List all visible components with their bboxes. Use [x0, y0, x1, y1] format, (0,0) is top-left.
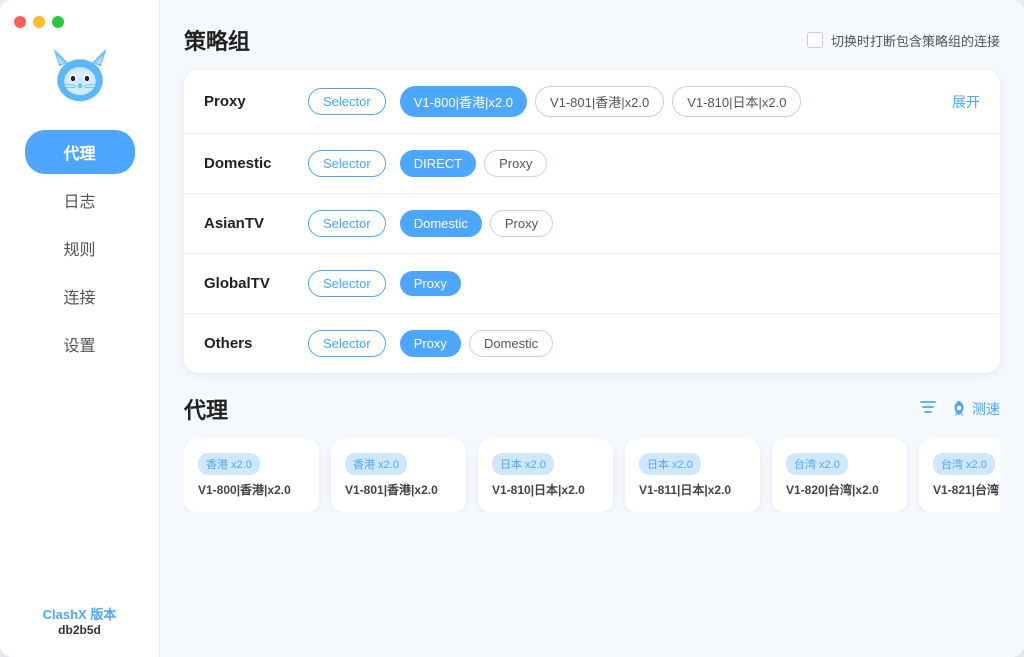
card-name-3: V1-811|日本|x2.0 — [639, 481, 746, 498]
rocket-icon — [950, 399, 968, 420]
card-name-2: V1-810|日本|x2.0 — [492, 481, 599, 498]
tag-proxy-others[interactable]: Proxy — [400, 330, 461, 357]
globaltv-tags: Proxy — [400, 271, 980, 296]
strategy-name-others: Others — [204, 335, 294, 352]
expand-button[interactable]: 展开 — [952, 92, 980, 112]
toggle-checkbox[interactable] — [807, 32, 823, 48]
filter-icon[interactable] — [918, 397, 938, 422]
selector-tag-proxy[interactable]: Selector — [308, 88, 386, 115]
strategy-row-domestic: Domestic Selector DIRECT Proxy — [184, 134, 1000, 194]
others-tags: Proxy Domestic — [400, 330, 980, 357]
version-info: ClashX 版本 db2b5d — [43, 604, 117, 637]
strategy-row-others: Others Selector Proxy Domestic — [184, 314, 1000, 373]
proxy-card-1[interactable]: 香港 x2.0 V1-801|香港|x2.0 — [331, 439, 466, 512]
tag-v1-801[interactable]: V1-801|香港|x2.0 — [535, 86, 664, 117]
strategy-table: Proxy Selector V1-800|香港|x2.0 V1-801|香港|… — [184, 70, 1000, 373]
speed-test-label: 测速 — [972, 399, 1000, 419]
proxy-card-2[interactable]: 日本 x2.0 V1-810|日本|x2.0 — [478, 439, 613, 512]
tag-domestic-others[interactable]: Domestic — [469, 330, 553, 357]
card-tag-2: 日本 x2.0 — [492, 453, 554, 475]
sidebar-item-log[interactable]: 日志 — [25, 178, 135, 222]
strategy-name-globaltv: GlobalTV — [204, 275, 294, 292]
card-tag-0: 香港 x2.0 — [198, 453, 260, 475]
tag-direct[interactable]: DIRECT — [400, 150, 476, 177]
selector-tag-domestic[interactable]: Selector — [308, 150, 386, 177]
strategy-row-globaltv: GlobalTV Selector Proxy — [184, 254, 1000, 314]
selector-tag-globaltv[interactable]: Selector — [308, 270, 386, 297]
strategy-name-proxy: Proxy — [204, 93, 294, 110]
selector-tag-others[interactable]: Selector — [308, 330, 386, 357]
sidebar-item-rules[interactable]: 规则 — [25, 226, 135, 270]
version-id: db2b5d — [43, 623, 117, 637]
tag-domestic-asiantv[interactable]: Domestic — [400, 210, 482, 237]
tag-proxy-globaltv[interactable]: Proxy — [400, 271, 461, 296]
close-button[interactable] — [14, 16, 26, 28]
card-tag-5: 台湾 x2.0 — [933, 453, 995, 475]
proxy-card-4[interactable]: 台湾 x2.0 V1-820|台湾|x2.0 — [772, 439, 907, 512]
strategy-row-proxy: Proxy Selector V1-800|香港|x2.0 V1-801|香港|… — [184, 70, 1000, 134]
card-tag-3: 日本 x2.0 — [639, 453, 701, 475]
proxy-tags: V1-800|香港|x2.0 V1-801|香港|x2.0 V1-810|日本|… — [400, 86, 938, 117]
sidebar-item-proxy[interactable]: 代理 — [25, 130, 135, 174]
sidebar-item-connections[interactable]: 连接 — [25, 274, 135, 318]
proxy-actions: 测速 — [918, 397, 1000, 422]
proxy-card-0[interactable]: 香港 x2.0 V1-800|香港|x2.0 — [184, 439, 319, 512]
proxy-card-5[interactable]: 台湾 x2.0 V1-821|台湾|x2.0 — [919, 439, 1000, 512]
minimize-button[interactable] — [33, 16, 45, 28]
app-logo — [45, 40, 115, 110]
card-tag-4: 台湾 x2.0 — [786, 453, 848, 475]
card-name-5: V1-821|台湾|x2.0 — [933, 481, 1000, 498]
proxy-card-3[interactable]: 日本 x2.0 V1-811|日本|x2.0 — [625, 439, 760, 512]
strategy-name-asiantv: AsianTV — [204, 215, 294, 232]
asiantv-tags: Domestic Proxy — [400, 210, 980, 237]
sidebar-item-settings[interactable]: 设置 — [25, 322, 135, 366]
sidebar-nav: 代理 日志 规则 连接 设置 — [0, 130, 159, 366]
main-content: 策略组 切换时打断包含策略组的连接 Proxy Selector V1-800|… — [160, 0, 1024, 657]
tag-v1-800[interactable]: V1-800|香港|x2.0 — [400, 86, 527, 117]
card-tag-1: 香港 x2.0 — [345, 453, 407, 475]
selector-tag-asiantv[interactable]: Selector — [308, 210, 386, 237]
sidebar: 代理 日志 规则 连接 设置 ClashX 版本 db2b5d — [0, 0, 160, 657]
strategy-group-header: 策略组 切换时打断包含策略组的连接 — [184, 24, 1000, 56]
maximize-button[interactable] — [52, 16, 64, 28]
card-name-4: V1-820|台湾|x2.0 — [786, 481, 893, 498]
toggle-row: 切换时打断包含策略组的连接 — [807, 31, 1000, 50]
strategy-name-domestic: Domestic — [204, 155, 294, 172]
proxy-section-title: 代理 — [184, 393, 228, 425]
proxy-section-header: 代理 — [184, 393, 1000, 425]
traffic-lights — [14, 16, 64, 28]
speed-test-button[interactable]: 测速 — [950, 399, 1000, 420]
tag-proxy-domestic[interactable]: Proxy — [484, 150, 547, 177]
card-name-1: V1-801|香港|x2.0 — [345, 481, 452, 498]
tag-v1-810[interactable]: V1-810|日本|x2.0 — [672, 86, 801, 117]
tag-proxy-asiantv[interactable]: Proxy — [490, 210, 553, 237]
toggle-label: 切换时打断包含策略组的连接 — [831, 31, 1000, 50]
app-version-label: ClashX 版本 — [43, 604, 117, 623]
card-name-0: V1-800|香港|x2.0 — [198, 481, 305, 498]
strategy-row-asiantv: AsianTV Selector Domestic Proxy — [184, 194, 1000, 254]
strategy-group-title: 策略组 — [184, 24, 250, 56]
proxy-cards-container: 香港 x2.0 V1-800|香港|x2.0 香港 x2.0 V1-801|香港… — [184, 439, 1000, 512]
domestic-tags: DIRECT Proxy — [400, 150, 980, 177]
